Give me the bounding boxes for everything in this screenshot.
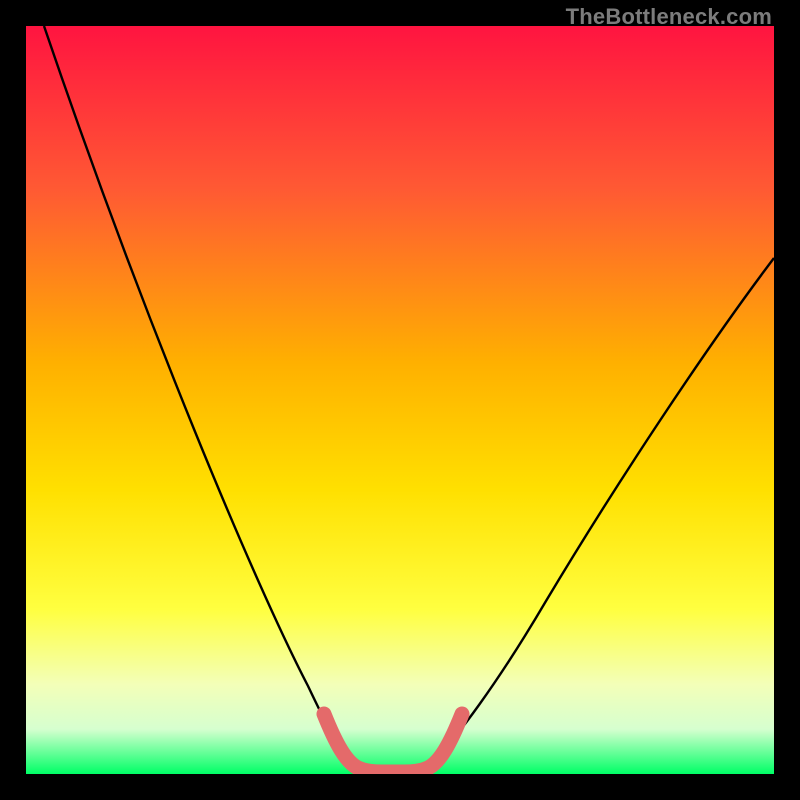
watermark-text: TheBottleneck.com [566,4,772,30]
chart-svg [26,26,774,774]
outer-frame: TheBottleneck.com [0,0,800,800]
gradient-background [26,26,774,774]
plot-area [26,26,774,774]
